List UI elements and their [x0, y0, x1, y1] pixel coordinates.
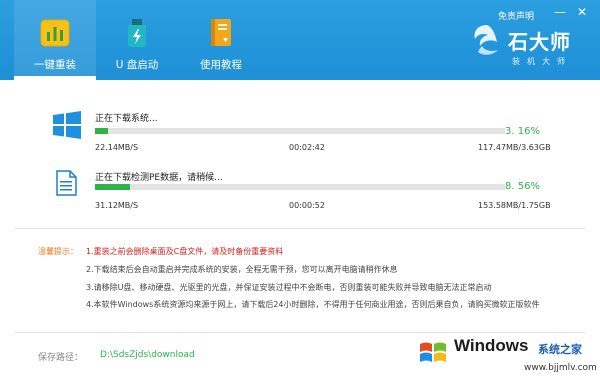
- save-path-value[interactable]: D:\SdsZjds\download: [100, 350, 195, 360]
- download-system-progress-fill: [95, 128, 108, 134]
- download-pe-progress: [95, 184, 505, 190]
- download-system-speed: 22.14MB/S: [95, 143, 139, 152]
- windows-flag-icon: [420, 342, 446, 362]
- tab-one-key-reinstall[interactable]: 一键重装: [14, 0, 96, 80]
- usb-drive-icon: [128, 19, 146, 47]
- tab-usb-boot[interactable]: U 盘启动: [96, 0, 178, 76]
- brand-mark-icon: [474, 25, 498, 55]
- tab-usb-boot-label: U 盘启动: [115, 59, 159, 71]
- top-header: 免责声明 — ✕ 一键重装 U 盘启动 使用教程 石大师 装机大师: [0, 0, 600, 80]
- brand-subtitle: 装机大师: [512, 57, 572, 66]
- note-item: 3.请移除U盘、移动硬盘、光驱里的光盘，并保证安装过程中不会断电，否则重装可能失…: [86, 283, 492, 292]
- windows-logo-icon: [53, 111, 81, 139]
- download-pe-speed: 31.12MB/S: [95, 201, 139, 210]
- minimize-icon[interactable]: —: [554, 6, 566, 18]
- divider: [14, 228, 586, 229]
- note-item: 1.重装之前会删除桌面及C盘文件，请及时备份重要资料: [86, 247, 284, 256]
- bar-chart-icon: [40, 19, 70, 47]
- download-system-size: 117.47MB/3.63GB: [478, 143, 551, 152]
- watermark-brand: Windows: [454, 336, 529, 355]
- brand-logo: 石大师 装机大师: [470, 22, 588, 72]
- notes-label: 温馨提示：: [38, 247, 78, 256]
- download-pe-percent: 8. 56%: [505, 181, 540, 192]
- download-system-elapsed: 00:02:42: [289, 143, 325, 152]
- download-system-progress: [95, 128, 505, 134]
- disclaimer-link[interactable]: 免责声明: [498, 9, 534, 22]
- tab-tutorial-label: 使用教程: [200, 59, 242, 71]
- note-item: 2.下载结束后会自动重启并完成系统的安装，全程无需干预，您可以离开电脑请稍作休息: [86, 265, 398, 274]
- download-system-title: 正在下载系统...: [95, 114, 158, 124]
- note-item: 4.本软件Windows系统资源均来源于网上，请下载后24小时删除，不得用于任何…: [86, 300, 540, 309]
- close-icon[interactable]: ✕: [576, 6, 588, 18]
- tab-one-key-reinstall-label: 一键重装: [34, 59, 76, 71]
- save-path-label: 保存路径：: [38, 353, 84, 363]
- watermark-cn: 系统之家: [538, 343, 582, 356]
- tab-tutorial[interactable]: 使用教程: [180, 0, 262, 76]
- download-pe-progress-fill: [95, 184, 131, 190]
- download-system-percent: 3. 16%: [505, 126, 540, 137]
- document-icon: [56, 170, 77, 196]
- download-pe-size: 153.58MB/1.75GB: [478, 201, 551, 210]
- brand-name: 石大师: [508, 30, 571, 54]
- book-icon: [211, 19, 231, 46]
- download-pe-elapsed: 00:00:52: [289, 201, 325, 210]
- watermark-url: www.bjjmlv.com: [524, 363, 597, 373]
- watermark: Windows 系统之家 www.bjjmlv.com: [410, 330, 600, 378]
- download-pe-title: 正在下载检测PE数据，请稍候...: [95, 173, 223, 183]
